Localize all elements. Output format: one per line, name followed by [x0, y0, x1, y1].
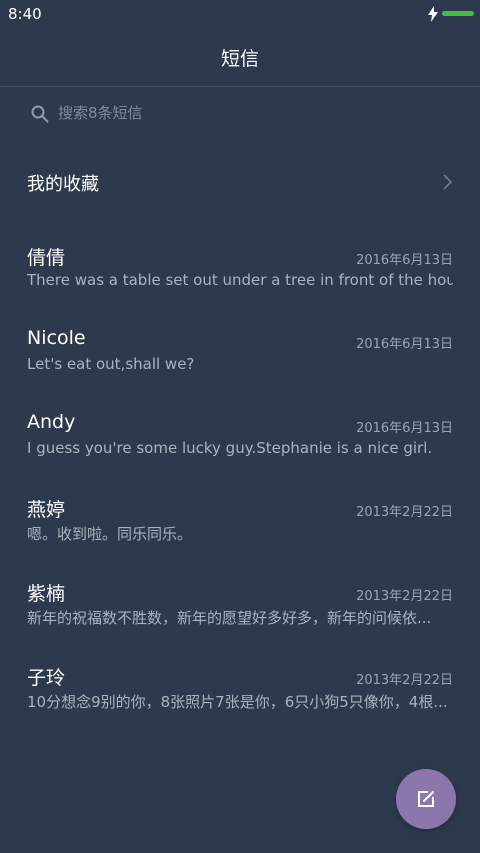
compose-icon [418, 791, 434, 807]
thread-item[interactable]: Nicole 2016年6月13日 Let's eat out,shall we… [0, 306, 480, 390]
thread-item[interactable]: 燕婷 2013年2月22日 嗯。收到啦。同乐同乐。 [0, 474, 480, 558]
thread-preview: 10分想念9别的你，8张照片7张是你，6只小狗5只像你，4根... [27, 693, 448, 711]
favorites-label: 我的收藏 [27, 174, 99, 195]
status-bar: 8:40 [0, 0, 480, 28]
thread-contact-name: 倩倩 [27, 247, 66, 269]
thread-preview: Let's eat out,shall we? [27, 355, 195, 373]
thread-list: 倩倩 2016年6月13日 There was a table set out … [0, 222, 480, 726]
thread-preview: 嗯。收到啦。同乐同乐。 [27, 525, 193, 543]
thread-item[interactable]: 紫楠 2013年2月22日 新年的祝福数不胜数，新年的愿望好多好多，新年的问候依… [0, 558, 480, 642]
thread-item[interactable]: Andy 2016年6月13日 I guess you're some luck… [0, 390, 480, 474]
thread-contact-name: 燕婷 [27, 499, 66, 521]
thread-preview: There was a table set out under a tree i… [27, 271, 453, 289]
thread-contact-name: 子玲 [27, 667, 66, 689]
title-bar: 短信 [0, 28, 480, 87]
search-icon [31, 105, 49, 123]
thread-date: 2016年6月13日 [356, 337, 453, 352]
status-time: 8:40 [8, 5, 42, 23]
page-title: 短信 [220, 48, 259, 70]
thread-date: 2013年2月22日 [356, 673, 453, 688]
thread-contact-name: Nicole [27, 327, 86, 349]
thread-preview: I guess you're some lucky guy.Stephanie … [27, 439, 433, 457]
thread-date: 2016年6月13日 [356, 253, 453, 268]
bolt-icon [428, 6, 438, 22]
chevron-right-icon [443, 174, 453, 190]
favorites-row[interactable]: 我的收藏 [0, 150, 480, 216]
battery-icon [442, 11, 474, 16]
thread-preview: 新年的祝福数不胜数，新年的愿望好多好多，新年的问候依... [27, 609, 432, 627]
thread-date: 2016年6月13日 [356, 421, 453, 436]
search-bar[interactable] [0, 90, 480, 136]
thread-date: 2013年2月22日 [356, 589, 453, 604]
compose-button[interactable] [396, 769, 456, 829]
thread-date: 2013年2月22日 [356, 505, 453, 520]
thread-contact-name: Andy [27, 411, 76, 433]
thread-item[interactable]: 倩倩 2016年6月13日 There was a table set out … [0, 222, 480, 306]
search-input[interactable] [58, 101, 438, 125]
thread-item[interactable]: 子玲 2013年2月22日 10分想念9别的你，8张照片7张是你，6只小狗5只像… [0, 642, 480, 726]
thread-contact-name: 紫楠 [27, 583, 66, 605]
